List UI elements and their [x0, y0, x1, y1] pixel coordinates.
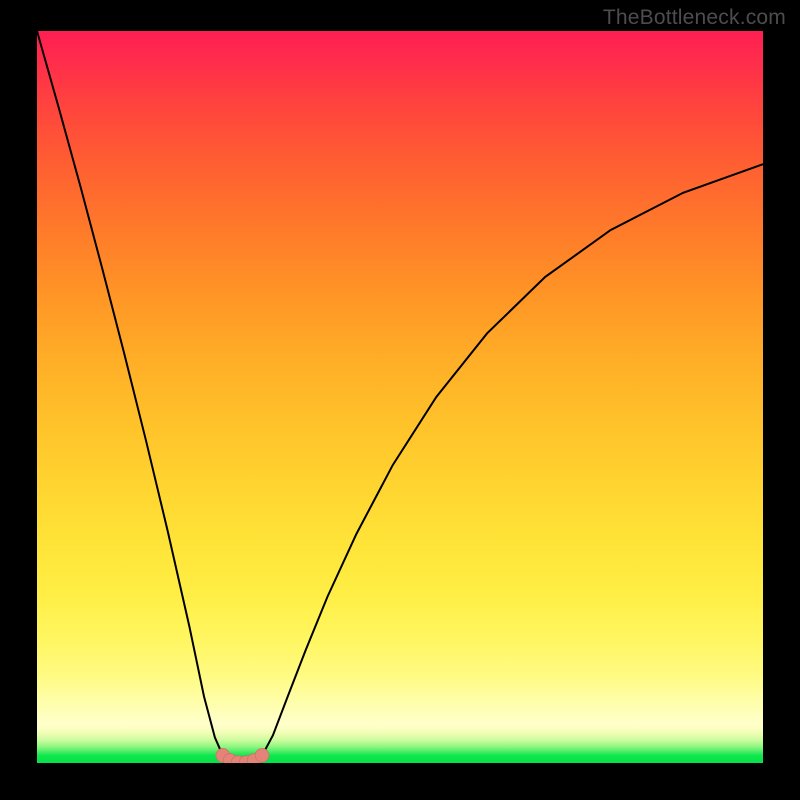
watermark-text: TheBottleneck.com [603, 6, 786, 30]
plot-area [37, 31, 763, 763]
valley-markers [216, 748, 269, 763]
right-branch-curve [262, 164, 763, 755]
curve-layer [37, 31, 763, 763]
left-branch-curve [37, 31, 223, 756]
chart-frame: TheBottleneck.com [0, 0, 800, 800]
valley-marker [255, 748, 269, 762]
